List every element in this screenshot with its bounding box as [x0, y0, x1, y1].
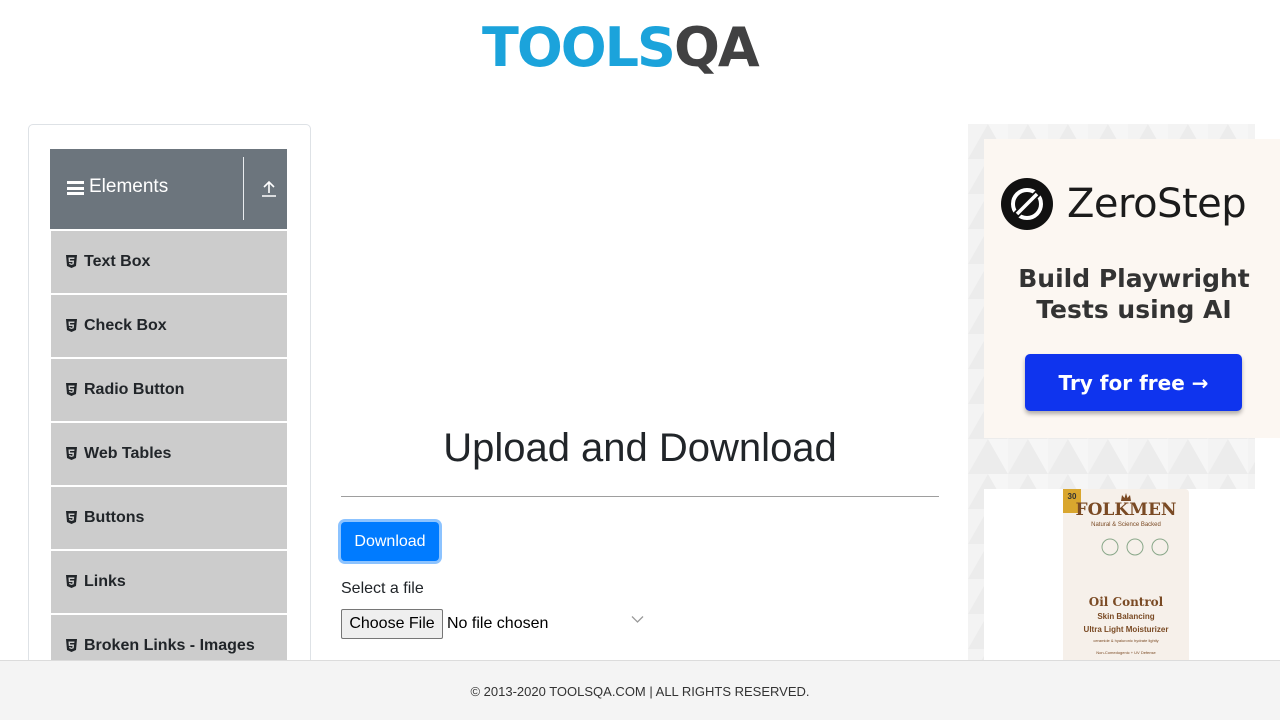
folkmen-brand: FOLKMEN: [1075, 500, 1177, 520]
sidebar-item-check-box[interactable]: Check Box: [51, 295, 287, 357]
toolsqa-logo[interactable]: TOOLSQA: [480, 14, 804, 92]
chevron-down-icon: [631, 616, 644, 623]
title-divider: [341, 496, 939, 497]
group-title: Elements: [89, 176, 169, 197]
sidebar-item-links[interactable]: Links: [51, 551, 287, 613]
sidebar-item-label: Radio Button: [84, 381, 185, 398]
folkmen-sub: Natural & Science Backed: [1091, 522, 1161, 528]
html5-icon: [66, 639, 77, 652]
certification-badges-icon: [1101, 538, 1169, 556]
choose-file-button[interactable]: Choose File: [341, 609, 443, 639]
try-for-free-button[interactable]: Try for free →: [1025, 354, 1242, 411]
sidebar-item-label: Buttons: [84, 509, 145, 526]
folkmen-ad[interactable]: 30 FOLKMEN Natural & Science Backed Oil …: [984, 489, 1280, 661]
elements-group-header[interactable]: Elements: [50, 149, 287, 229]
download-button[interactable]: Download: [341, 522, 439, 561]
zerostep-ad[interactable]: ZeroStep Build Playwright Tests using AI…: [984, 139, 1280, 438]
sidebar-item-label: Web Tables: [84, 445, 172, 462]
html5-icon: [66, 383, 77, 396]
sidebar-item-label: Check Box: [84, 317, 167, 334]
folkmen-product: Oil Control: [1088, 595, 1164, 609]
zerostep-tagline-line1: Build Playwright: [1018, 264, 1250, 293]
folkmen-line1: Skin Balancing: [1097, 612, 1155, 621]
sidebar-item-label: Links: [84, 573, 126, 590]
zerostep-brand: ZeroStep: [1067, 181, 1247, 227]
sidebar-item-text-box[interactable]: Text Box: [51, 231, 287, 293]
folkmen-tiny2: Non-Comedogenic + UV Defense: [1096, 650, 1156, 655]
left-panel: Elements Text Box Check Box Radio Button We…: [28, 124, 311, 684]
folkmen-tiny1: ceramide & hyaluronic hydrate lightly: [1093, 638, 1159, 643]
hamburger-icon: [67, 181, 84, 195]
page-title: Upload and Download: [443, 426, 837, 470]
footer: © 2013-2020 TOOLSQA.COM | ALL RIGHTS RES…: [0, 660, 1280, 720]
elements-menu-list: Text Box Check Box Radio Button Web Tables B…: [51, 231, 287, 679]
html5-icon: [66, 255, 77, 268]
zerostep-logo-icon: [1001, 178, 1053, 230]
folkmen-line2: Ultra Light Moisturizer: [1083, 625, 1169, 634]
html5-icon: [66, 511, 77, 524]
select-file-label: Select a file: [341, 580, 424, 597]
sidebar-item-label: Broken Links - Images: [84, 637, 255, 654]
sidebar-item-label: Text Box: [84, 253, 151, 270]
upload-arrow-icon[interactable]: [261, 180, 277, 198]
footer-copyright: © 2013-2020 TOOLSQA.COM | ALL RIGHTS RES…: [470, 684, 810, 699]
group-divider: [243, 157, 244, 220]
sidebar-item-buttons[interactable]: Buttons: [51, 487, 287, 549]
sidebar-item-web-tables[interactable]: Web Tables: [51, 423, 287, 485]
zerostep-tagline: Build Playwright Tests using AI: [984, 263, 1280, 325]
html5-icon: [66, 575, 77, 588]
html5-icon: [66, 319, 77, 332]
html5-icon: [66, 447, 77, 460]
logo-text: TOOLSQA: [482, 16, 760, 79]
no-file-chosen-text: No file chosen: [447, 615, 549, 632]
sidebar-item-radio-button[interactable]: Radio Button: [51, 359, 287, 421]
zerostep-tagline-line2: Tests using AI: [1036, 295, 1232, 324]
